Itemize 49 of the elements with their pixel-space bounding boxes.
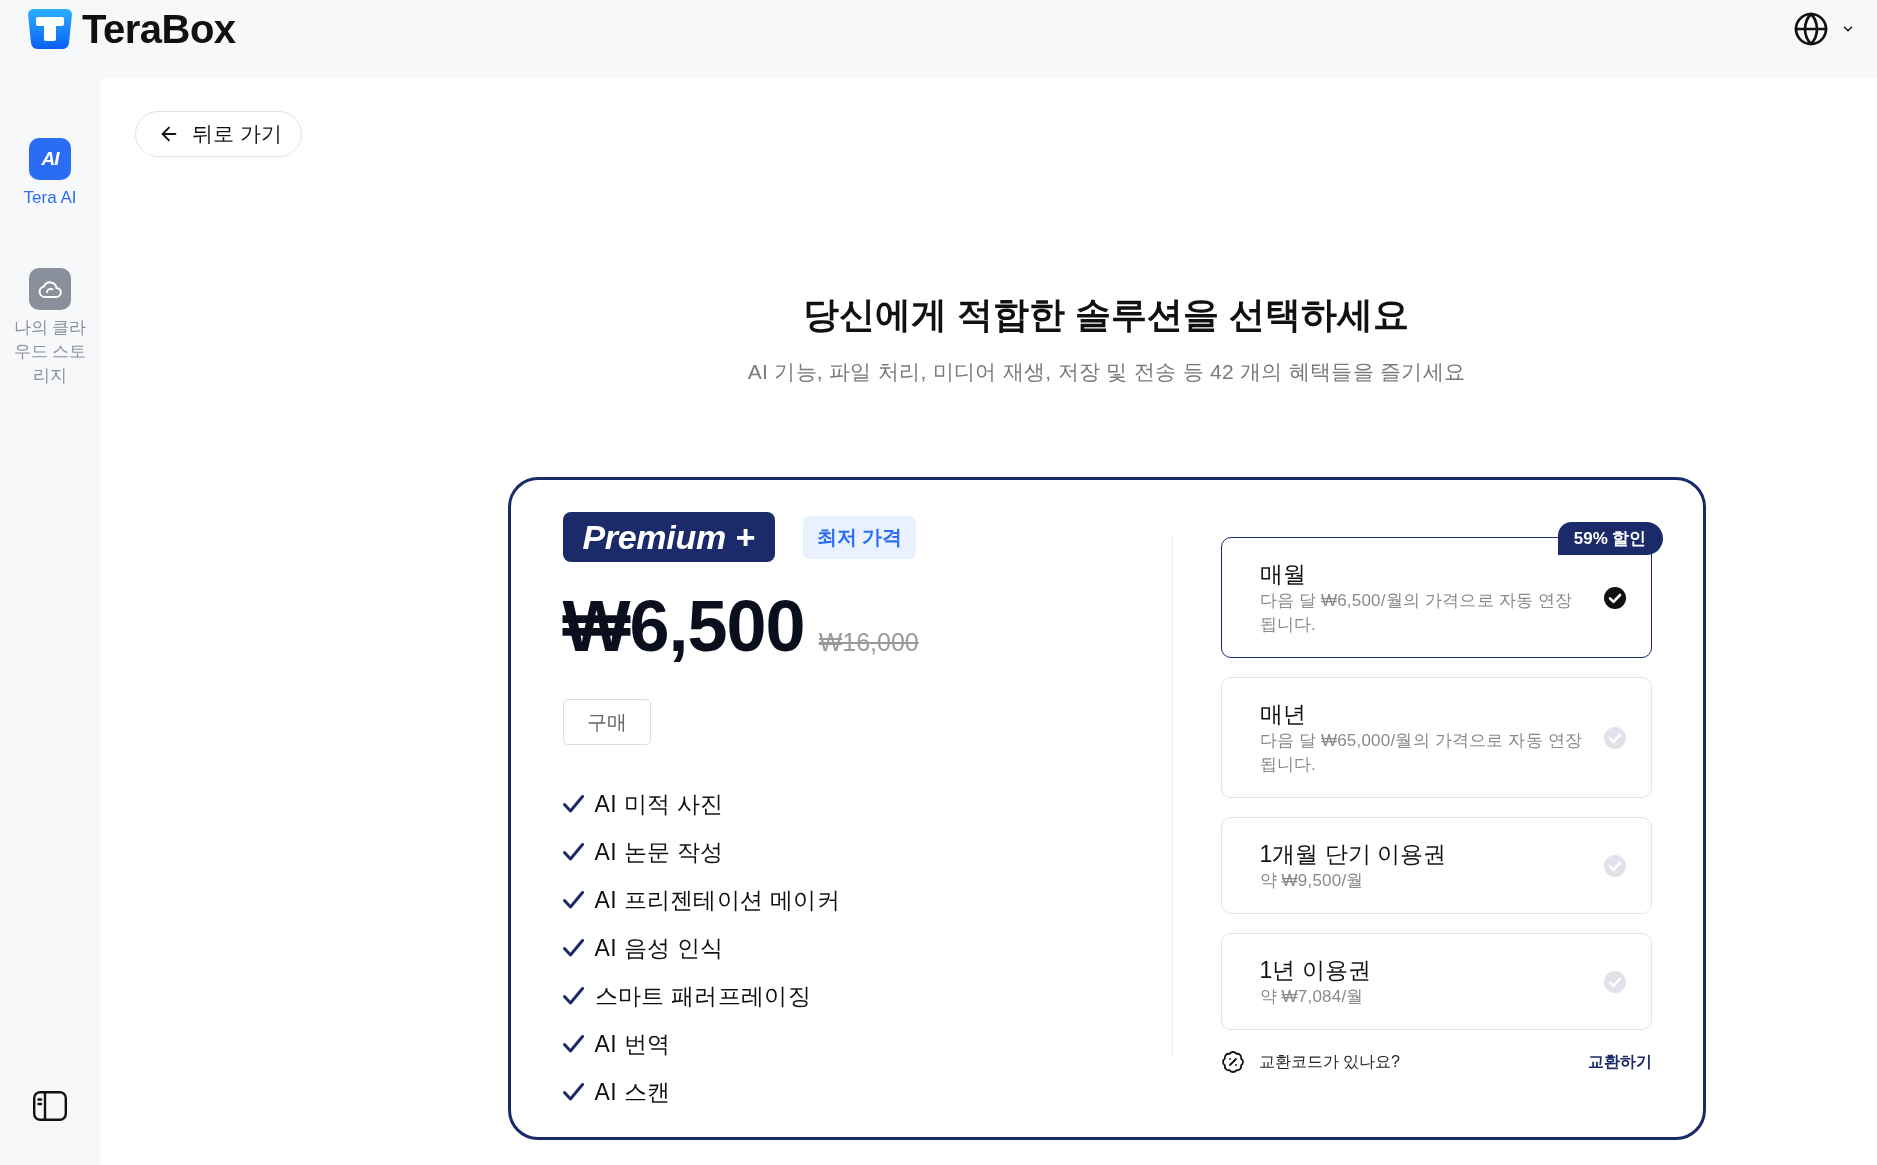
page-title: 당신에게 적합한 솔루션을 선택하세요 [803, 293, 1410, 337]
plan-name-badge: Premium + [562, 512, 775, 562]
feature-text: AI 음성 인식 [594, 933, 724, 963]
check-circle-icon [1603, 727, 1626, 749]
discount-label: 59% 할인 [1557, 522, 1663, 555]
option-description: 다음 달 ₩65,000/월의 가격으로 자동 연장 됩니다. [1259, 730, 1584, 776]
feature-text: AI 프리젠테이션 메이커 [594, 885, 840, 915]
brand-name: TeraBox [82, 8, 236, 50]
original-price: ₩16,000 [818, 628, 919, 657]
plan-option[interactable]: 매년 다음 달 ₩65,000/월의 가격으로 자동 연장 됩니다. [1220, 677, 1652, 798]
check-icon [562, 987, 584, 1005]
option-title: 매월 [1259, 560, 1307, 589]
redeem-link[interactable]: 교환하기 [1587, 1051, 1652, 1073]
option-title: 1개월 단기 이용권 [1259, 840, 1448, 869]
back-button[interactable]: 뒤로 가기 [135, 111, 302, 157]
feature-text: AI 논문 작성 [594, 837, 724, 867]
feature-text: AI 미적 사진 [594, 789, 724, 819]
feature-text: 스마트 패러프레이징 [594, 981, 811, 1011]
sidebar-toggle-icon[interactable] [33, 1091, 67, 1121]
option-description: 다음 달 ₩6,500/월의 가격으로 자동 연장 됩니다. [1259, 590, 1574, 636]
plan-option[interactable]: 1개월 단기 이용권 약 ₩9,500/월 [1220, 817, 1652, 914]
logo-icon [27, 8, 73, 50]
globe-icon [1793, 11, 1829, 47]
lowest-price-tag: 최저 가격 [802, 515, 917, 559]
language-menu-button[interactable] [1793, 11, 1855, 47]
buy-button[interactable]: 구매 [562, 699, 651, 745]
plan-option[interactable]: 1년 이용권 약 ₩7,084/월 [1220, 933, 1652, 1030]
ai-logo: AI [29, 138, 71, 180]
check-icon [562, 795, 584, 813]
sidebar-item[interactable]: AI Tera AI [8, 138, 92, 210]
check-icon [562, 1083, 584, 1101]
page-subtitle: AI 기능, 파일 처리, 미디어 재생, 저장 및 전송 등 42 개의 혜택들을 즐기세요 [747, 359, 1466, 385]
feature-text: AI 번역 [594, 1029, 671, 1059]
check-icon [562, 891, 584, 909]
check-circle-icon [1603, 971, 1626, 993]
check-icon [562, 1035, 584, 1053]
option-description: 약 ₩7,084/월 [1259, 986, 1365, 1008]
check-icon [562, 939, 584, 957]
check-icon [562, 843, 584, 861]
option-description: 약 ₩9,500/월 [1259, 870, 1365, 892]
feature-text: AI 스캔 [594, 1077, 671, 1107]
redeem-prompt: 교환코드가 있나요? [1258, 1051, 1400, 1072]
option-title: 매년 [1259, 700, 1307, 729]
percent-badge-icon [1220, 1050, 1245, 1074]
check-circle-icon [1603, 855, 1626, 877]
check-circle-icon [1603, 587, 1626, 609]
option-title: 1년 이용권 [1259, 956, 1372, 985]
price: ₩6,500 [562, 590, 805, 662]
cloud-icon [29, 268, 71, 310]
